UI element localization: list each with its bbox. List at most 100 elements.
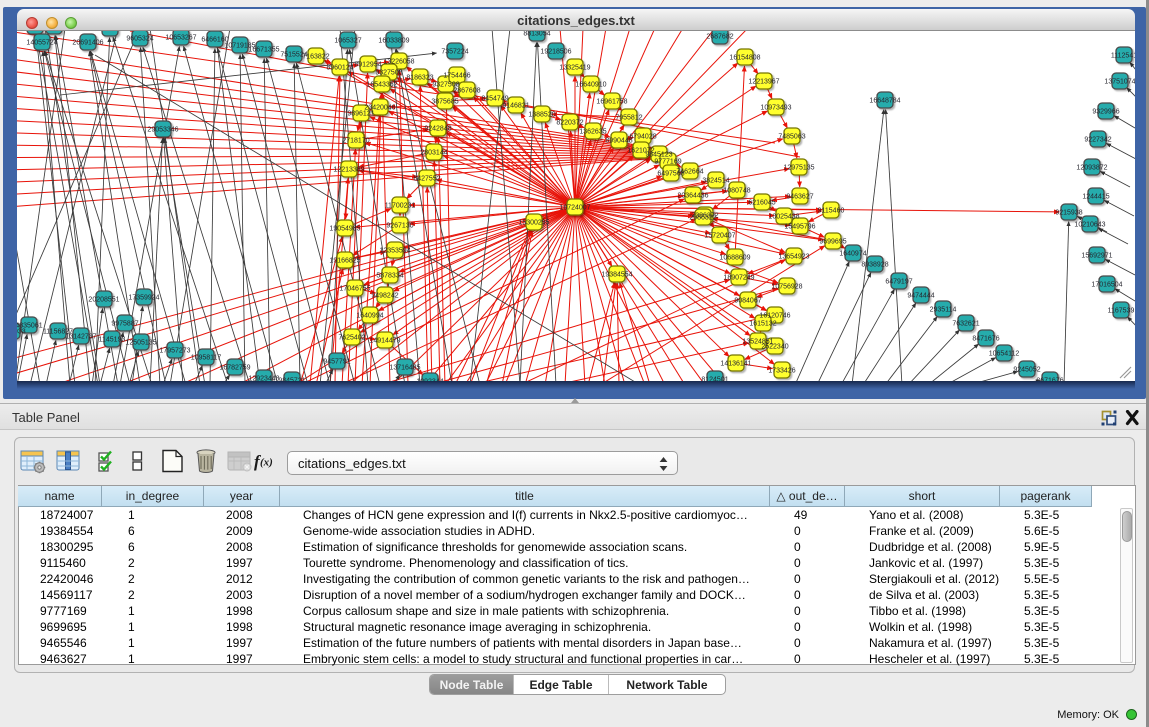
svg-text:1733426: 1733426 [768,368,795,375]
svg-text:18907249: 18907249 [723,275,754,282]
svg-text:16033809: 16033809 [378,38,409,45]
svg-text:9329966: 9329966 [1092,109,1119,116]
svg-text:14055724: 14055724 [26,40,57,47]
svg-text:2687682: 2687682 [706,34,733,41]
svg-text:1145193: 1145193 [99,337,126,344]
svg-text:12093872: 12093872 [1076,165,1107,172]
svg-text:9463627: 9463627 [786,194,813,201]
svg-text:9699695: 9699695 [819,239,846,246]
svg-text:29053346: 29053346 [147,127,178,134]
svg-text:16154808: 16154808 [729,55,760,62]
svg-text:12213389: 12213389 [333,167,364,174]
svg-text:15692971: 15692971 [1081,253,1112,260]
svg-text:1065327: 1065327 [334,38,361,45]
svg-text:1951275: 1951275 [96,31,123,33]
svg-text:11700231: 11700231 [385,203,416,210]
svg-text:20691406: 20691406 [72,40,103,47]
svg-text:8220372: 8220372 [556,120,583,127]
svg-text:19166825: 19166825 [329,258,360,265]
svg-text:13654923: 13654923 [778,254,809,261]
svg-text:9267130: 9267130 [386,223,413,230]
svg-text:10688609: 10688609 [719,255,750,262]
svg-text:7485063: 7485063 [778,134,805,141]
svg-text:2935114: 2935114 [930,307,957,314]
svg-text:19384554: 19384554 [601,272,632,279]
svg-text:8454749: 8454749 [481,96,508,103]
svg-text:9115460: 9115460 [818,208,845,215]
svg-text:17016504: 17016504 [1091,282,1122,289]
svg-text:5878334: 5878334 [376,273,403,280]
svg-text:8427552: 8427552 [413,176,440,183]
svg-text:15720407: 15720407 [704,233,735,240]
svg-text:8938928: 8938928 [861,262,888,269]
svg-text:10973493: 10973493 [760,105,791,112]
svg-text:1640974: 1640974 [839,251,866,258]
svg-text:1244415: 1244415 [1082,194,1109,201]
svg-text:16543362: 16543362 [366,82,397,89]
svg-text:1112541: 1112541 [1111,53,1135,60]
svg-text:12975135: 12975135 [783,165,814,172]
svg-text:16671355: 16671355 [248,47,279,54]
svg-text:16120746: 16120746 [759,313,790,320]
svg-text:13325419: 13325419 [559,65,590,72]
svg-text:20208551: 20208551 [88,297,119,304]
svg-text:2718170: 2718170 [342,138,369,145]
svg-text:9845123: 9845123 [645,152,672,159]
svg-text:17957273: 17957273 [159,348,190,355]
svg-text:2986322: 2986322 [689,215,716,222]
svg-text:2803144: 2803144 [420,150,447,157]
svg-text:9777169: 9777169 [654,159,681,166]
svg-text:10653267: 10653267 [165,35,196,42]
svg-text:9327503: 9327503 [375,70,402,77]
svg-text:17046755: 17046755 [339,286,370,293]
svg-text:8186323: 8186323 [406,75,433,82]
svg-text:9498242: 9498242 [371,293,398,300]
svg-text:1388520: 1388520 [528,112,555,119]
svg-text:6497568: 6497568 [657,171,684,178]
svg-text:19218506: 19218506 [540,49,571,56]
svg-text:8813054: 8813054 [523,31,550,38]
svg-text:9975887: 9975887 [111,321,138,328]
svg-text:8471676: 8471676 [972,336,999,343]
svg-text:15300295: 15300295 [518,220,549,227]
svg-text:13751074: 13751074 [1104,79,1135,86]
svg-text:3912933: 3912933 [17,329,26,336]
svg-text:9457791: 9457791 [323,359,350,366]
svg-text:13716485: 13716485 [389,365,420,372]
svg-text:6479197: 6479197 [885,279,912,286]
svg-text:8960124: 8960124 [326,65,353,72]
svg-text:6794028: 6794028 [629,134,656,141]
svg-text:6216045: 6216045 [748,200,775,207]
svg-text:9215938: 9215938 [1055,210,1082,217]
svg-text:12505135: 12505135 [125,340,156,347]
svg-text:1167539: 1167539 [1108,308,1135,315]
svg-text:7632621: 7632621 [952,321,979,328]
svg-text:9474444: 9474444 [907,293,934,300]
svg-text:10210643: 10210643 [1074,222,1105,229]
svg-text:13226058: 13226058 [383,59,414,66]
svg-text:9245052: 9245052 [1013,367,1040,374]
svg-text:15495796: 15495796 [784,224,815,231]
svg-text:16961758: 16961758 [596,99,627,106]
svg-text:14136141: 14136141 [720,361,751,368]
svg-text:7163822: 7163822 [302,54,329,61]
svg-text:9146821: 9146821 [502,103,529,110]
svg-text:16648784: 16648784 [869,98,900,105]
svg-text:(x): (x) [260,457,273,469]
svg-text:1754466: 1754466 [443,73,470,80]
svg-text:11156827: 11156827 [43,329,73,336]
svg-text:7357224: 7357224 [441,49,468,56]
svg-text:7625402: 7625402 [338,335,365,342]
svg-text:20364436: 20364436 [677,193,708,200]
svg-text:10654112: 10654112 [989,351,1020,358]
svg-text:1362635: 1362635 [579,129,606,136]
svg-text:12353594: 12353594 [379,248,410,255]
svg-text:10958117: 10958117 [191,355,222,362]
svg-text:9605324: 9605324 [126,36,153,43]
svg-text:10025438: 10025438 [768,214,799,221]
svg-text:17359924: 17359924 [128,295,159,302]
svg-text:10756928: 10756928 [771,284,802,291]
svg-text:7955812: 7955812 [615,115,642,122]
svg-text:18724007: 18724007 [559,205,590,212]
svg-text:9896121: 9896121 [347,111,374,118]
